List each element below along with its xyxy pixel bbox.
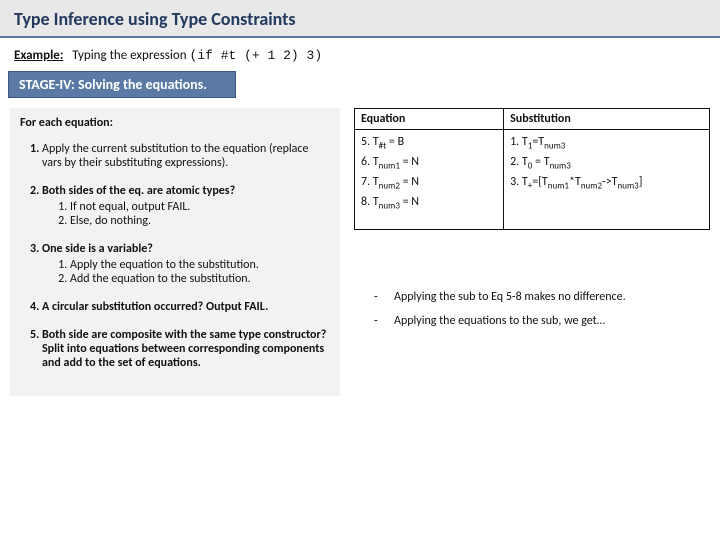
dash-icon: - xyxy=(374,314,382,328)
th-equation: Equation xyxy=(355,109,504,130)
step-2b: Else, do nothing. xyxy=(70,214,330,228)
step-2a: If not equal, output FAIL. xyxy=(70,200,330,214)
stage-heading: STAGE-IV: Solving the equations. xyxy=(8,71,236,98)
example-line: Example: Typing the expression (if #t (+… xyxy=(0,38,720,71)
title-bar: Type Inference using Type Constraints xyxy=(0,0,720,38)
algorithm-panel: For each equation: Apply the current sub… xyxy=(10,108,340,396)
step-5: Both side are composite with the same ty… xyxy=(42,328,330,370)
right-column: Equation Substitution 5. T#t = B 6. Tnum… xyxy=(354,108,710,396)
note-2: - Applying the equations to the sub, we … xyxy=(374,314,710,328)
step-3: One side is a variable? Apply the equati… xyxy=(42,242,330,286)
example-code: (if #t (+ 1 2) 3) xyxy=(190,48,323,63)
for-each-label: For each equation: xyxy=(20,116,330,130)
step-1: Apply the current substitution to the eq… xyxy=(42,142,330,170)
step-2: Both sides of the eq. are atomic types? … xyxy=(42,184,330,228)
dash-icon: - xyxy=(374,290,382,304)
equation-table: Equation Substitution 5. T#t = B 6. Tnum… xyxy=(354,108,710,230)
step-3a: Apply the equation to the substitution. xyxy=(70,258,330,272)
example-label: Example: xyxy=(14,48,63,63)
equation-cell: 5. T#t = B 6. Tnum1 = N 7. Tnum2 = N 8. … xyxy=(355,130,504,230)
notes-block: - Applying the sub to Eq 5-8 makes no di… xyxy=(354,290,710,328)
th-substitution: Substitution xyxy=(504,109,710,130)
note-1: - Applying the sub to Eq 5-8 makes no di… xyxy=(374,290,710,304)
substitution-cell: 1. T1=Tnum3 2. T0 = Tnum3 3. T+=[Tnum1*T… xyxy=(504,130,710,230)
example-text: Typing the expression xyxy=(72,48,186,63)
step-3b: Add the equation to the substitution. xyxy=(70,272,330,286)
page-title: Type Inference using Type Constraints xyxy=(14,8,706,30)
step-4: A circular substitution occurred? Output… xyxy=(42,300,330,314)
